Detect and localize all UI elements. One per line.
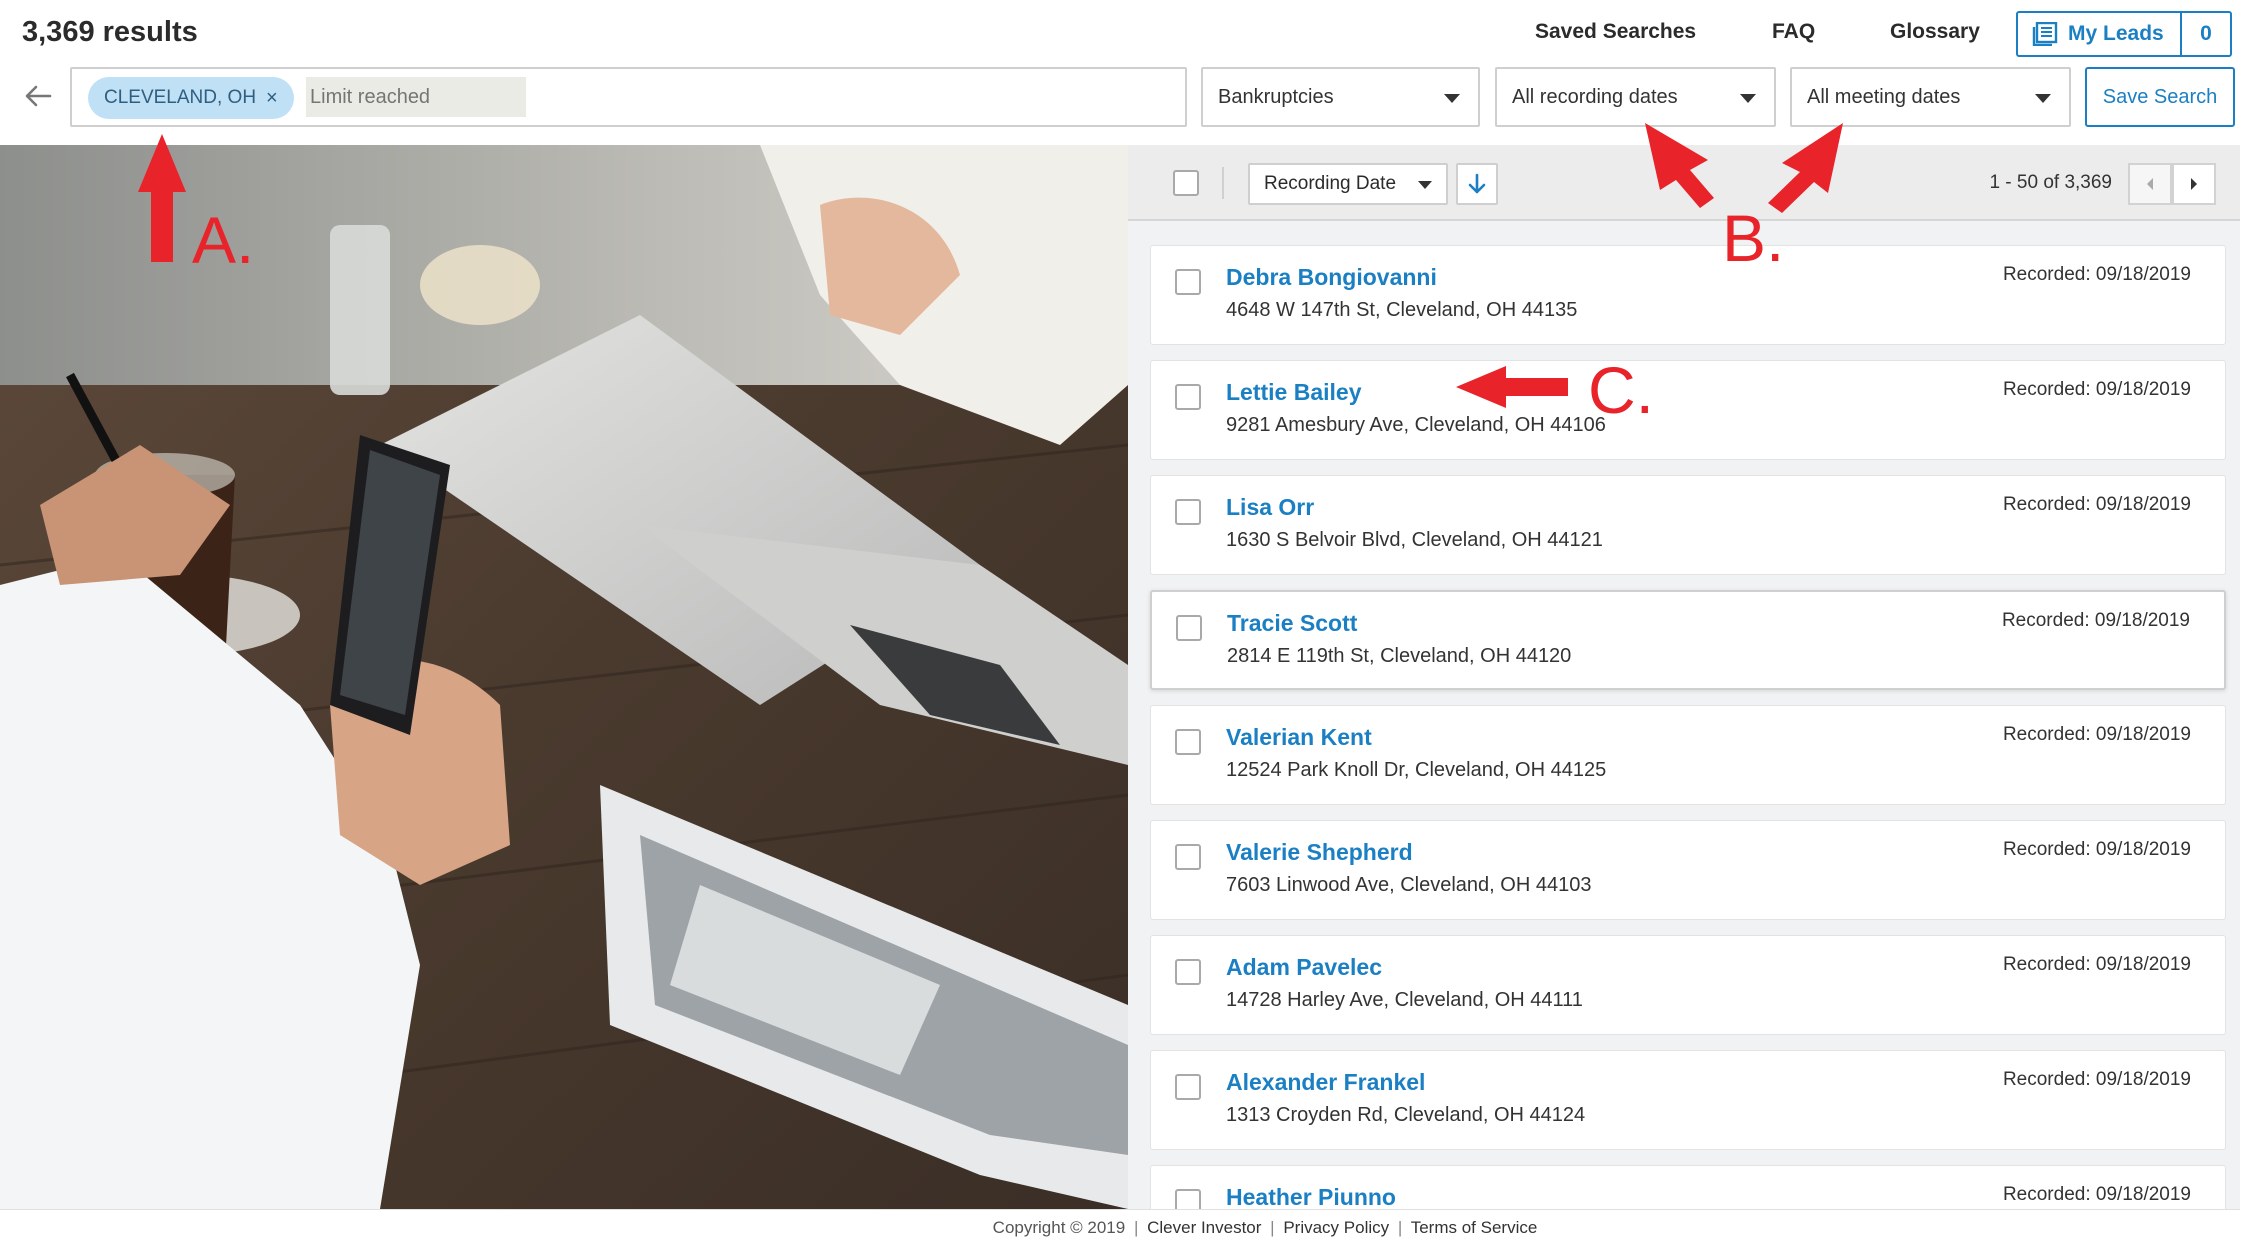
annotation-label-c: C. xyxy=(1588,353,1654,427)
lead-card[interactable]: Alexander Frankel 1313 Croyden Rd, Cleve… xyxy=(1150,1050,2226,1150)
lead-name[interactable]: Valerian Kent xyxy=(1226,724,1372,751)
toolbar-divider xyxy=(1222,167,1224,199)
meeting-dates-select[interactable]: All meeting dates xyxy=(1790,67,2071,127)
chevron-down-icon xyxy=(1418,181,1432,189)
lead-name[interactable]: Lettie Bailey xyxy=(1226,379,1362,406)
sort-by-select[interactable]: Recording Date xyxy=(1248,163,1448,205)
lead-checkbox[interactable] xyxy=(1175,384,1201,410)
back-arrow-icon[interactable] xyxy=(22,80,54,112)
results-toolbar: Recording Date 1 - 50 of 3,369 xyxy=(1128,145,2240,221)
location-search-input[interactable] xyxy=(306,77,526,117)
lead-card[interactable]: Debra Bongiovanni 4648 W 147th St, Cleve… xyxy=(1150,245,2226,345)
nav-saved-searches[interactable]: Saved Searches xyxy=(1535,20,1696,44)
lead-checkbox[interactable] xyxy=(1175,499,1201,525)
lead-recorded-date: Recorded: 09/18/2019 xyxy=(2002,379,2191,400)
save-search-button[interactable]: Save Search xyxy=(2085,67,2235,127)
lead-name[interactable]: Debra Bongiovanni xyxy=(1226,264,1437,291)
lead-recorded-date: Recorded: 09/18/2019 xyxy=(2002,264,2191,285)
lead-name[interactable]: Adam Pavelec xyxy=(1226,954,1382,981)
lead-address: 14728 Harley Ave, Cleveland, OH 44111 xyxy=(1226,989,1583,1011)
recording-dates-value: All recording dates xyxy=(1512,85,1678,108)
footer-separator: | xyxy=(1133,1218,1139,1237)
lead-recorded-date: Recorded: 09/18/2019 xyxy=(2002,1184,2191,1205)
lead-checkbox[interactable] xyxy=(1175,729,1201,755)
lead-card[interactable]: Heather Piunno Recorded: 09/18/2019 xyxy=(1150,1165,2226,1209)
chevron-down-icon xyxy=(1740,94,1756,103)
footer-link-clever-investor[interactable]: Clever Investor xyxy=(1147,1218,1261,1237)
pagination-label: 1 - 50 of 3,369 xyxy=(1989,172,2112,193)
sort-direction-button[interactable] xyxy=(1456,163,1498,205)
nav-glossary[interactable]: Glossary xyxy=(1890,20,1980,44)
leads-book-icon xyxy=(2032,22,2058,46)
lead-address: 12524 Park Knoll Dr, Cleveland, OH 44125 xyxy=(1226,759,1607,781)
footer-separator: | xyxy=(1397,1218,1403,1237)
annotation-label-b: B. xyxy=(1722,201,1785,275)
footer: Copyright © 2019 | Clever Investor | Pri… xyxy=(0,1209,2240,1241)
lead-type-value: Bankruptcies xyxy=(1218,85,1334,108)
lead-address: 1630 S Belvoir Blvd, Cleveland, OH 44121 xyxy=(1226,529,1603,551)
lead-recorded-date: Recorded: 09/18/2019 xyxy=(2002,954,2191,975)
lead-address: 7603 Linwood Ave, Cleveland, OH 44103 xyxy=(1226,874,1592,896)
lead-card[interactable]: Tracie Scott 2814 E 119th St, Cleveland,… xyxy=(1150,590,2226,690)
lead-recorded-date: Recorded: 09/18/2019 xyxy=(2002,839,2191,860)
recording-dates-select[interactable]: All recording dates xyxy=(1495,67,1776,127)
lead-list: Debra Bongiovanni 4648 W 147th St, Cleve… xyxy=(1150,245,2226,1209)
hero-photo xyxy=(0,145,1128,1209)
lead-checkbox[interactable] xyxy=(1175,1074,1201,1100)
results-count: 3,369 results xyxy=(22,16,198,48)
location-chip: CLEVELAND, OH × xyxy=(88,77,294,119)
nav-faq[interactable]: FAQ xyxy=(1772,20,1815,44)
lead-checkbox[interactable] xyxy=(1176,615,1202,641)
lead-name[interactable]: Heather Piunno xyxy=(1226,1184,1396,1209)
arrow-down-icon xyxy=(1468,173,1486,194)
lead-checkbox[interactable] xyxy=(1175,269,1201,295)
lead-name[interactable]: Valerie Shepherd xyxy=(1226,839,1413,866)
footer-link-privacy-policy[interactable]: Privacy Policy xyxy=(1283,1218,1389,1237)
chip-remove-icon[interactable]: × xyxy=(266,87,278,110)
footer-copyright: Copyright © 2019 xyxy=(992,1218,1126,1237)
footer-link-terms[interactable]: Terms of Service xyxy=(1411,1218,1538,1237)
lead-card[interactable]: Valerian Kent 12524 Park Knoll Dr, Cleve… xyxy=(1150,705,2226,805)
lead-card[interactable]: Adam Pavelec 14728 Harley Ave, Cleveland… xyxy=(1150,935,2226,1035)
lead-checkbox[interactable] xyxy=(1175,844,1201,870)
lead-address: 1313 Croyden Rd, Cleveland, OH 44124 xyxy=(1226,1104,1586,1126)
chevron-down-icon xyxy=(2035,94,2051,103)
lead-address: 9281 Amesbury Ave, Cleveland, OH 44106 xyxy=(1226,414,1606,436)
lead-type-select[interactable]: Bankruptcies xyxy=(1201,67,1480,127)
sort-by-value: Recording Date xyxy=(1264,173,1397,194)
lead-card[interactable]: Lettie Bailey 9281 Amesbury Ave, Clevela… xyxy=(1150,360,2226,460)
lead-recorded-date: Recorded: 09/18/2019 xyxy=(2002,1069,2191,1090)
my-leads-button[interactable]: My Leads 0 xyxy=(2016,11,2232,57)
lead-checkbox[interactable] xyxy=(1175,959,1201,985)
lead-name[interactable]: Tracie Scott xyxy=(1227,610,1357,637)
location-chip-label: CLEVELAND, OH xyxy=(104,87,257,108)
my-leads-label: My Leads xyxy=(2068,22,2164,45)
lead-recorded-date: Recorded: 09/18/2019 xyxy=(2001,610,2190,631)
lead-name[interactable]: Lisa Orr xyxy=(1226,494,1314,521)
lead-name[interactable]: Alexander Frankel xyxy=(1226,1069,1425,1096)
lead-recorded-date: Recorded: 09/18/2019 xyxy=(2002,494,2191,515)
chevron-left-icon xyxy=(2147,178,2153,190)
results-panel: Recording Date 1 - 50 of 3,369 Debra Bon… xyxy=(1128,145,2240,1209)
lead-address: 4648 W 147th St, Cleveland, OH 44135 xyxy=(1226,299,1578,321)
lead-recorded-date: Recorded: 09/18/2019 xyxy=(2002,724,2191,745)
page: 3,369 results Saved Searches FAQ Glossar… xyxy=(0,0,2256,1241)
location-search-box[interactable]: CLEVELAND, OH × xyxy=(70,67,1187,127)
lead-address: 2814 E 119th St, Cleveland, OH 44120 xyxy=(1227,645,1572,667)
next-page-button[interactable] xyxy=(2172,163,2216,205)
annotation-label-a: A. xyxy=(192,203,255,277)
footer-separator: | xyxy=(1270,1218,1275,1237)
select-all-checkbox[interactable] xyxy=(1173,170,1199,196)
my-leads-count: 0 xyxy=(2200,22,2212,45)
chevron-down-icon xyxy=(1444,94,1460,103)
lead-card[interactable]: Valerie Shepherd 7603 Linwood Ave, Cleve… xyxy=(1150,820,2226,920)
lead-checkbox[interactable] xyxy=(1175,1189,1201,1209)
meeting-dates-value: All meeting dates xyxy=(1807,85,1961,108)
prev-page-button[interactable] xyxy=(2128,163,2172,205)
lead-card[interactable]: Lisa Orr 1630 S Belvoir Blvd, Cleveland,… xyxy=(1150,475,2226,575)
chevron-right-icon xyxy=(2191,178,2197,190)
my-leads-link[interactable]: My Leads xyxy=(2018,13,2182,55)
